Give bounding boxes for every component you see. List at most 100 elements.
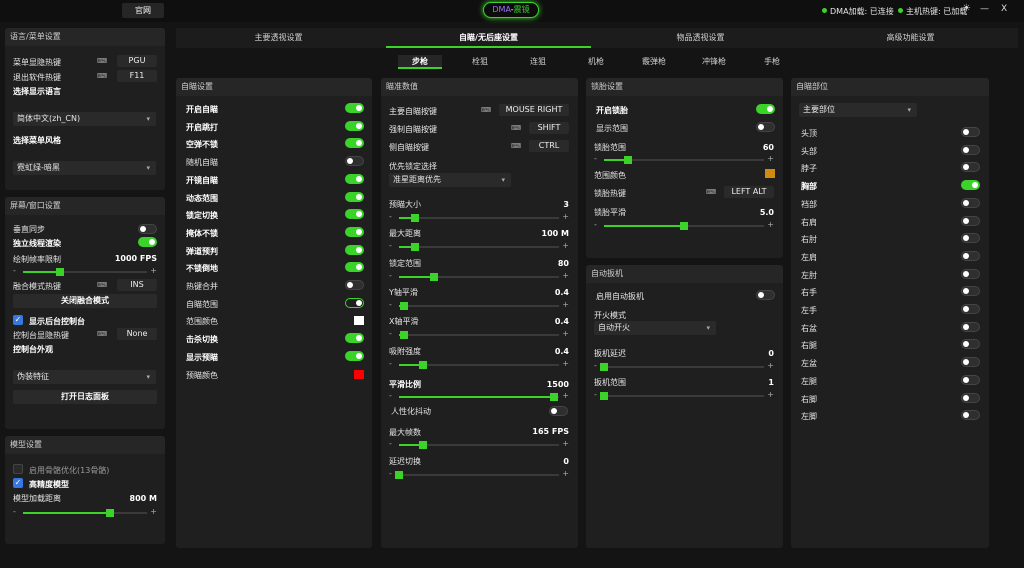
force-key-value[interactable]: SHIFT — [529, 122, 569, 134]
close-button[interactable]: X — [1001, 4, 1007, 14]
aim-part-toggle[interactable] — [961, 268, 980, 279]
weapon-tab-shotgun[interactable]: 霰弹枪 — [632, 55, 676, 69]
main-key-value[interactable]: MOUSE RIGHT — [499, 104, 569, 116]
aim-setting-label: 掩体不锁 — [186, 228, 218, 238]
weapon-tab-bolt[interactable]: 栓狙 — [458, 55, 502, 69]
aim-setting-label: 热键合并 — [186, 282, 218, 291]
aim-part-toggle[interactable] — [961, 250, 980, 261]
fire-mode-dropdown[interactable]: 自动开火 ▾ — [594, 321, 716, 335]
weapon-tab-pistol[interactable]: 手枪 — [750, 55, 794, 69]
load-dist-slider[interactable]: - + — [13, 507, 157, 519]
tab-item-esp[interactable]: 物品透视设置 — [598, 28, 803, 48]
close-fusion-button[interactable]: 关闭融合模式 — [13, 294, 157, 308]
aim-setting-toggle[interactable] — [345, 209, 364, 220]
aim-setting-toggle[interactable] — [345, 333, 364, 344]
aim-settings-title: 自瞄设置 — [176, 78, 372, 96]
tab-main-esp[interactable]: 主要透视设置 — [176, 28, 381, 48]
trigger-range-slider[interactable]: - + — [594, 390, 774, 402]
weapon-tab-dmr[interactable]: 连狙 — [516, 55, 560, 69]
tab-advanced[interactable]: 高级功能设置 — [808, 28, 1013, 48]
bone-range-slider[interactable]: - + — [594, 154, 774, 166]
aim-setting-toggle[interactable] — [345, 280, 364, 290]
weapon-tab-smg[interactable]: 冲锋枪 — [692, 55, 736, 69]
style-dropdown[interactable]: 霓虹绿-暗黑 ▾ — [13, 161, 156, 175]
weapon-tab-rifle[interactable]: 步枪 — [398, 55, 442, 69]
main-part-dropdown[interactable]: 主要部位 ▾ — [799, 103, 917, 117]
bone-color-swatch[interactable] — [765, 169, 775, 178]
minimize-button[interactable]: — — [980, 4, 989, 14]
aim-setting-toggle[interactable] — [345, 226, 364, 237]
bone-hotkey-key[interactable]: LEFT ALT — [724, 186, 774, 198]
aim-setting-label: 显示预瞄 — [186, 352, 218, 362]
jitter-toggle[interactable] — [549, 406, 568, 416]
aim-part-toggle[interactable] — [961, 162, 980, 173]
theme-sun-icon[interactable]: ☀ — [962, 3, 971, 14]
skeleton-opt-checkbox[interactable] — [13, 464, 23, 474]
aim-setting-toggle[interactable] — [345, 350, 364, 361]
disguise-dropdown[interactable]: 伪装特征 ▾ — [13, 370, 156, 384]
vsync-toggle[interactable] — [138, 224, 157, 234]
trigger-title: 自动扳机 — [586, 265, 783, 283]
aim-part-toggle[interactable] — [961, 286, 980, 297]
param-slider[interactable]: - + — [389, 212, 569, 224]
aim-part-toggle[interactable] — [961, 410, 980, 421]
aim-part-toggle[interactable] — [961, 144, 980, 155]
param-slider[interactable]: - + — [389, 359, 569, 371]
param-slider[interactable]: - + — [389, 300, 569, 312]
preview-color-swatch[interactable] — [354, 369, 364, 379]
param-slider[interactable]: - + — [389, 271, 569, 283]
aim-part-toggle[interactable] — [961, 339, 980, 350]
priority-dropdown[interactable]: 准星距离优先 ▾ — [389, 173, 511, 187]
show-range-toggle[interactable] — [756, 122, 775, 132]
aim-setting-toggle[interactable] — [345, 244, 364, 255]
trigger-enable-toggle[interactable] — [756, 290, 775, 300]
aim-part-toggle[interactable] — [961, 233, 980, 244]
max-tick-slider[interactable]: - + — [389, 439, 569, 451]
aim-part-toggle[interactable] — [961, 392, 980, 403]
bone-lock-enable-label: 开启锁胎 — [596, 106, 628, 115]
aim-setting-toggle[interactable] — [345, 262, 364, 273]
aim-part-toggle[interactable] — [961, 321, 980, 332]
aim-part-toggle[interactable] — [961, 197, 980, 208]
aim-setting-toggle[interactable] — [345, 156, 364, 167]
aim-part-toggle[interactable] — [961, 304, 980, 314]
aim-setting-toggle[interactable] — [345, 173, 364, 184]
aim-part-toggle[interactable] — [961, 374, 980, 385]
official-site-button[interactable]: 官网 — [122, 3, 164, 18]
tab-aim[interactable]: 自瞄/无后座设置 — [386, 28, 591, 48]
menu-hotkey-key[interactable]: PGU — [117, 55, 157, 67]
side-key-value[interactable]: CTRL — [529, 140, 569, 152]
aim-setting-toggle[interactable] — [345, 138, 364, 149]
show-console-checkbox[interactable]: ✓ — [13, 315, 23, 325]
aim-setting-toggle[interactable] — [345, 120, 364, 131]
hq-model-checkbox[interactable]: ✓ — [13, 478, 23, 488]
fps-limit-slider[interactable]: - + — [13, 266, 157, 278]
bone-lock-enable-toggle[interactable] — [756, 104, 775, 114]
param-slider[interactable]: - + — [389, 241, 569, 253]
load-dist-label: 模型加载距离 — [13, 494, 61, 503]
independent-render-toggle[interactable] — [138, 237, 157, 247]
open-log-button[interactable]: 打开日志面板 — [13, 390, 157, 404]
smooth-ratio-slider[interactable]: - + — [389, 391, 569, 403]
bone-lock-panel: 锁胎设置 开启锁胎 显示范围 锁胎范围 60 - + 范围颜色 锁胎热键 ⌨ LE… — [586, 78, 783, 258]
delay-slider[interactable]: - + — [389, 469, 569, 481]
bone-smooth-slider[interactable]: - + — [594, 220, 774, 232]
fusion-hotkey-key[interactable]: INS — [117, 279, 157, 291]
aim-part-toggle[interactable] — [961, 215, 980, 226]
range-color-swatch[interactable] — [354, 316, 364, 326]
aim-setting-toggle[interactable] — [345, 297, 364, 308]
trigger-delay-slider[interactable]: - + — [594, 361, 774, 373]
aim-setting-toggle[interactable] — [345, 103, 364, 113]
console-hotkey-key[interactable]: None — [117, 328, 157, 340]
weapon-tab-lmg[interactable]: 机枪 — [574, 55, 618, 69]
exit-hotkey-key[interactable]: F11 — [117, 70, 157, 82]
lang-dropdown[interactable]: 简体中文(zh_CN) ▾ — [13, 112, 156, 126]
aim-part-toggle[interactable] — [961, 180, 980, 191]
main-part-value: 主要部位 — [803, 105, 835, 114]
aim-setting-toggle[interactable] — [345, 191, 364, 202]
aim-part-toggle[interactable] — [961, 127, 980, 137]
disguise-dropdown-value: 伪装特征 — [17, 372, 49, 381]
aim-part-toggle[interactable] — [961, 357, 980, 368]
main-key-label: 主要自瞄按键 — [389, 107, 437, 116]
param-slider[interactable]: - + — [389, 329, 569, 341]
